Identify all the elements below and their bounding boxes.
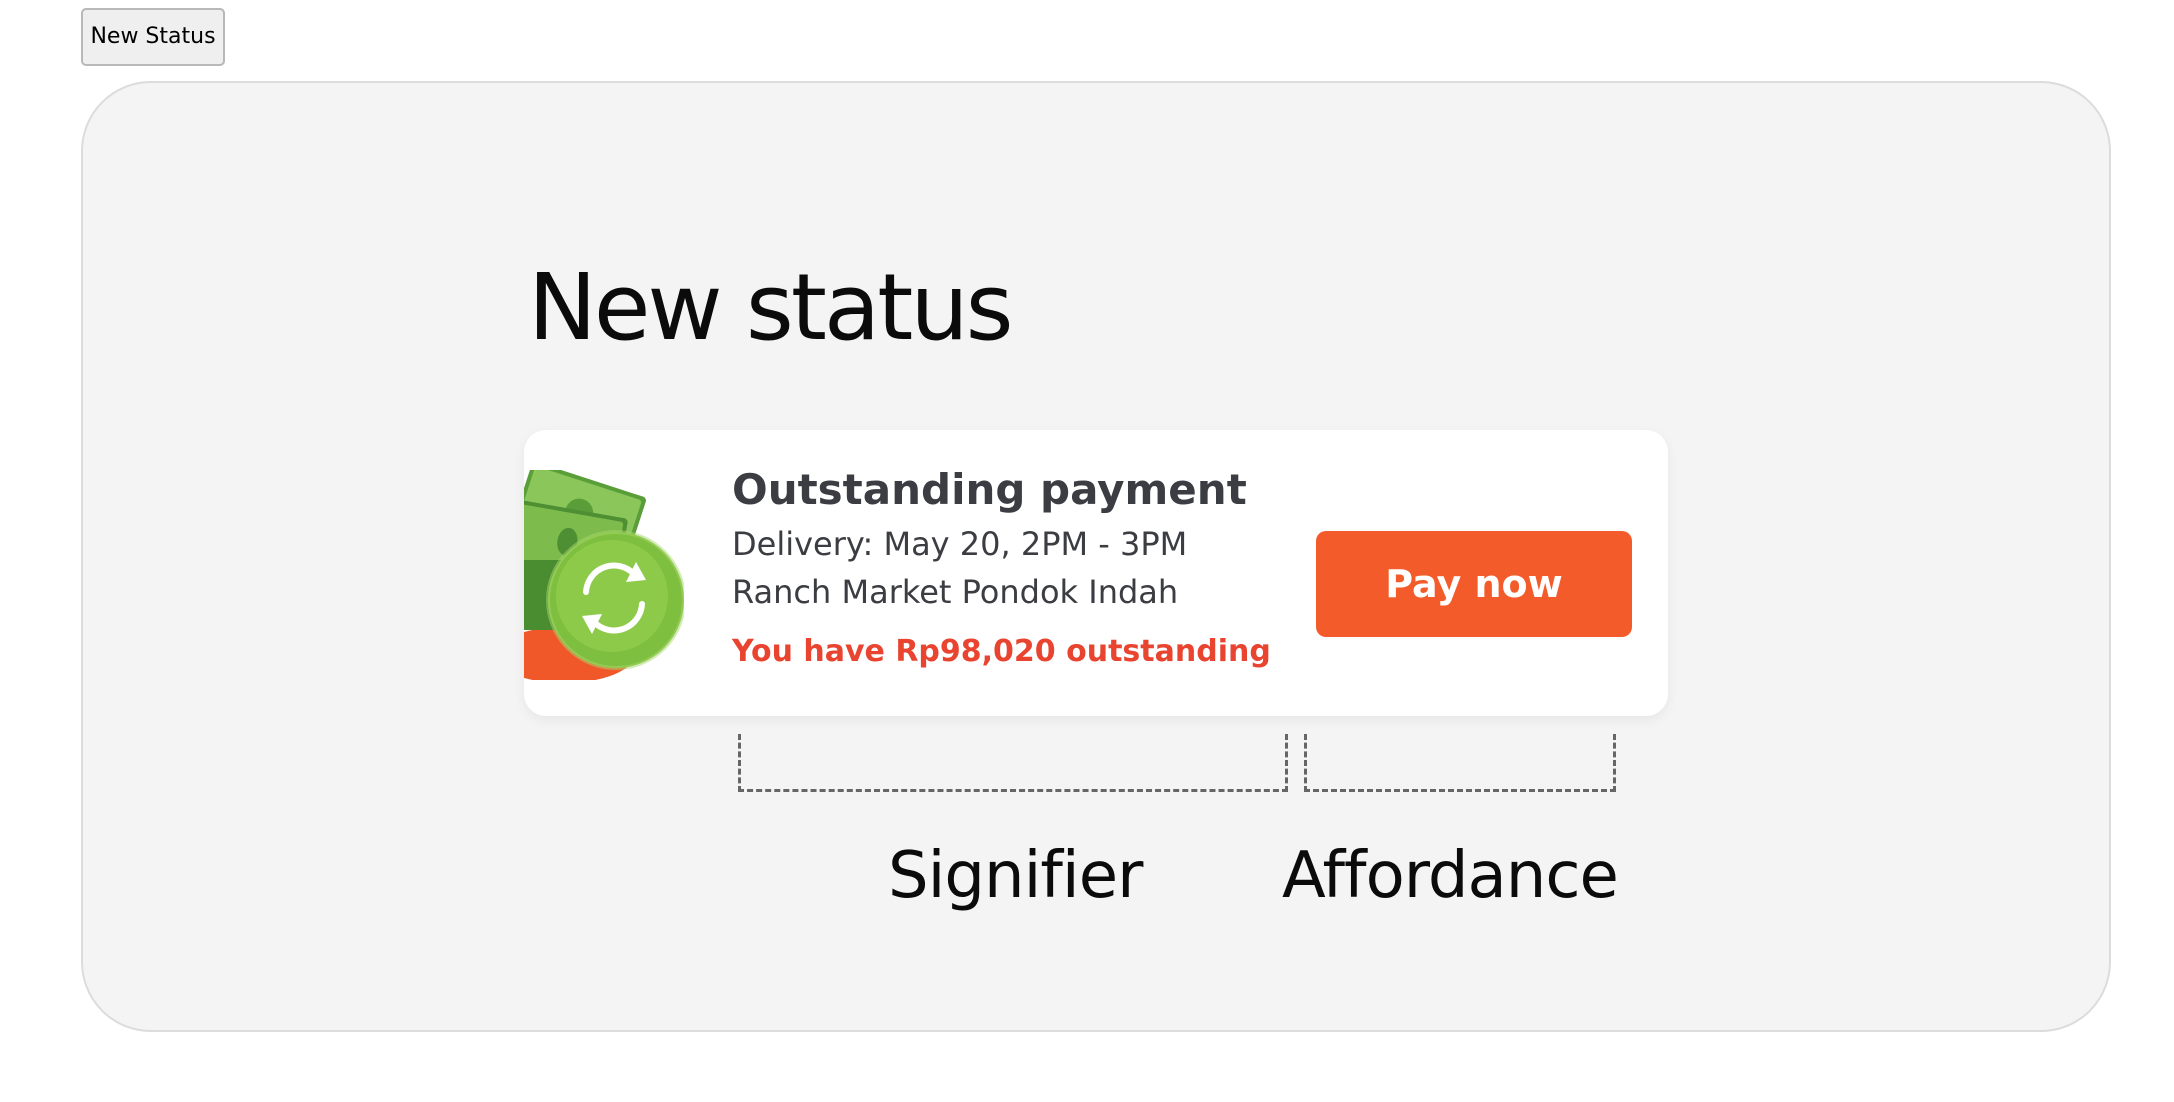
affordance-bracket xyxy=(1304,734,1616,792)
new-status-button[interactable]: New Status xyxy=(81,8,225,66)
status-card: Outstanding payment Delivery: May 20, 2P… xyxy=(524,430,1668,716)
delivery-time: Delivery: May 20, 2PM - 3PM xyxy=(732,525,1188,563)
slide-title: New status xyxy=(528,254,1014,361)
money-refresh-icon xyxy=(524,461,686,683)
signifier-bracket xyxy=(738,734,1288,792)
outstanding-amount: You have Rp98,020 outstanding xyxy=(732,634,1271,669)
store-name: Ranch Market Pondok Indah xyxy=(732,573,1179,611)
card-title: Outstanding payment xyxy=(732,465,1247,514)
signifier-text-block: Outstanding payment Delivery: May 20, 2P… xyxy=(732,460,1312,674)
affordance-label: Affordance xyxy=(1282,839,1619,913)
signifier-label: Signifier xyxy=(888,839,1143,913)
pay-now-button[interactable]: Pay now xyxy=(1316,531,1632,637)
